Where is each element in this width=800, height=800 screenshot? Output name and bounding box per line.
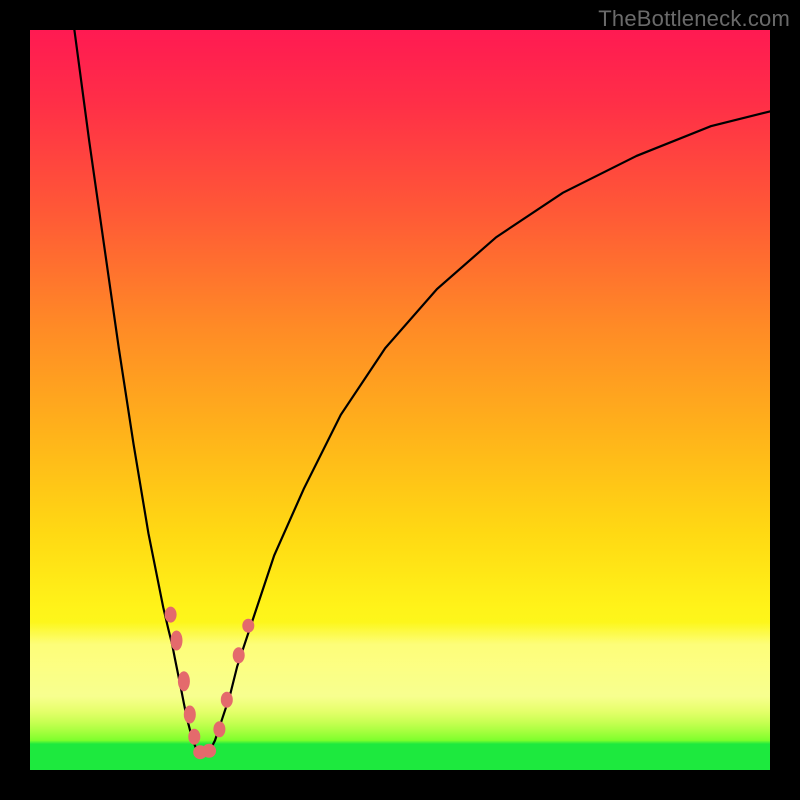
right-branch-curve bbox=[208, 111, 770, 755]
data-marker bbox=[242, 619, 254, 633]
marker-group bbox=[165, 607, 255, 760]
data-marker bbox=[165, 607, 177, 623]
curve-layer bbox=[30, 30, 770, 770]
watermark-text: TheBottleneck.com bbox=[598, 6, 790, 32]
data-marker bbox=[213, 721, 225, 737]
chart-frame: TheBottleneck.com bbox=[0, 0, 800, 800]
data-marker bbox=[184, 706, 196, 724]
data-marker bbox=[202, 744, 216, 758]
data-marker bbox=[171, 631, 183, 651]
data-marker bbox=[178, 671, 190, 691]
plot-area bbox=[30, 30, 770, 770]
data-marker bbox=[188, 729, 200, 745]
data-marker bbox=[221, 692, 233, 708]
data-marker bbox=[233, 647, 245, 663]
